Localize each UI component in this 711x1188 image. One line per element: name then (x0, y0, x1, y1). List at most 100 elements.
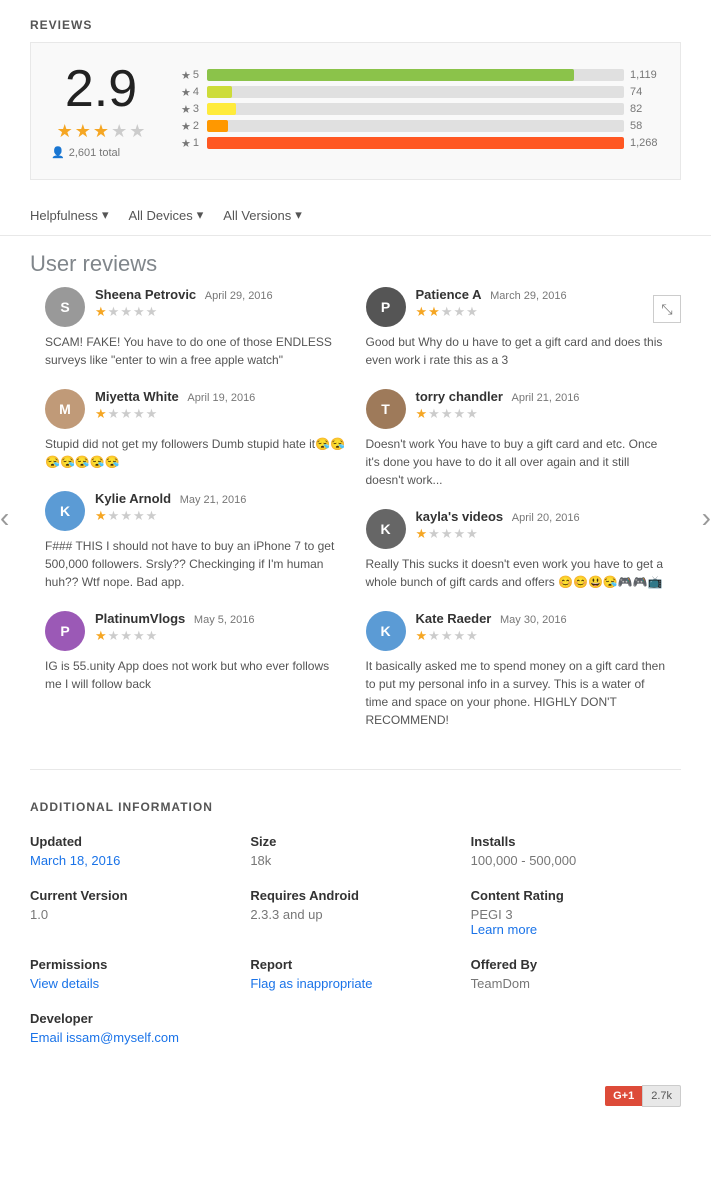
bar-count-1: 1,268 (630, 137, 660, 149)
info-item-offered-by: Offered By TeamDom (471, 957, 681, 991)
star: ★ (146, 628, 158, 644)
reviews-left-column: S Sheena Petrovic April 29, 2016 ★★★★★ S… (35, 287, 356, 749)
review-header-platinum: P PlatinumVlogs May 5, 2016 ★★★★★ (45, 611, 346, 651)
reviews-columns: S Sheena Petrovic April 29, 2016 ★★★★★ S… (35, 287, 676, 749)
review-text-kylie: F### THIS I should not have to buy an iP… (45, 537, 346, 591)
info-item-current-version: Current Version 1.0 (30, 888, 240, 937)
info-sub-value[interactable]: Learn more (471, 922, 681, 937)
reviewer-date-patience: March 29, 2016 (490, 290, 566, 302)
bar-row-5: ★ 5 1,119 (181, 69, 660, 82)
bar-fill-3 (207, 103, 236, 115)
review-text-kayla: Really This sucks it doesn't even work y… (366, 555, 667, 591)
star: ★ (441, 406, 453, 422)
filter-versions[interactable]: All Versions ▾ (223, 207, 301, 223)
star: ★ (133, 304, 145, 320)
review-header-torry: T torry chandler April 21, 2016 ★★★★★ (366, 389, 667, 429)
bar-track-1 (207, 137, 624, 149)
info-value[interactable]: Email issam@myself.com (30, 1030, 240, 1045)
reviewer-info-torry: torry chandler April 21, 2016 ★★★★★ (416, 389, 667, 422)
filter-helpfulness[interactable]: Helpfulness ▾ (30, 207, 108, 223)
user-reviews-header: User reviews (0, 236, 711, 287)
nav-prev-button[interactable]: ‹ (0, 502, 9, 534)
rating-summary: 2.9 ★ ★ ★ ★ ★ 👤 2,601 total ★ 5 1,119 ★ … (30, 42, 681, 180)
reviewer-avatar-kate: K (366, 611, 406, 651)
review-text-torry: Doesn't work You have to buy a gift card… (366, 435, 667, 489)
bar-fill-5 (207, 69, 574, 81)
info-value: 18k (250, 853, 460, 868)
star: ★ (453, 406, 465, 422)
star: ★ (416, 304, 428, 320)
info-label: Requires Android (250, 888, 460, 903)
info-item-size: Size 18k (250, 834, 460, 868)
info-label: Installs (471, 834, 681, 849)
gplus-count: 2.7k (642, 1085, 681, 1107)
review-torry: T torry chandler April 21, 2016 ★★★★★ Do… (366, 389, 667, 489)
reviewer-date-sheena: April 29, 2016 (205, 290, 273, 302)
review-text-sheena: SCAM! FAKE! You have to do one of those … (45, 333, 346, 369)
person-icon: 👤 (51, 146, 65, 159)
review-text-platinum: IG is 55.unity App does not work but who… (45, 657, 346, 693)
review-platinum: P PlatinumVlogs May 5, 2016 ★★★★★ IG is … (45, 611, 346, 693)
review-kylie: K Kylie Arnold May 21, 2016 ★★★★★ F### T… (45, 491, 346, 591)
reviewer-date-torry: April 21, 2016 (512, 392, 580, 404)
reviewer-avatar-kylie: K (45, 491, 85, 531)
bar-track-5 (207, 69, 624, 81)
bar-row-3: ★ 3 82 (181, 103, 660, 116)
info-value[interactable]: Flag as inappropriate (250, 976, 460, 991)
info-label: Offered By (471, 957, 681, 972)
star: ★ (95, 628, 107, 644)
star: ★ (120, 304, 132, 320)
info-label: Content Rating (471, 888, 681, 903)
reviewer-avatar-kayla: K (366, 509, 406, 549)
big-number: 2.9 (51, 63, 151, 115)
page-title: REVIEWS (0, 0, 711, 42)
info-item-requires-android: Requires Android 2.3.3 and up (250, 888, 460, 937)
reviewer-info-kayla: kayla's videos April 20, 2016 ★★★★★ (416, 509, 667, 542)
filter-devices[interactable]: All Devices ▾ (128, 207, 203, 223)
star: ★ (466, 628, 478, 644)
info-item-updated: Updated March 18, 2016 (30, 834, 240, 868)
reviewer-name-kylie: Kylie Arnold (95, 491, 171, 506)
review-header-miyetta: M Miyetta White April 19, 2016 ★★★★★ (45, 389, 346, 429)
info-value: 100,000 - 500,000 (471, 853, 681, 868)
gplus-container: G+1 2.7k (0, 1075, 711, 1127)
reviewer-date-kate: May 30, 2016 (500, 614, 567, 626)
bar-row-4: ★ 4 74 (181, 86, 660, 99)
star-2: ★ (75, 121, 91, 142)
info-item-permissions: Permissions View details (30, 957, 240, 991)
bar-count-3: 82 (630, 103, 660, 115)
reviewer-info-patience: Patience A March 29, 2016 ★★★★★ (416, 287, 667, 320)
info-item-report: Report Flag as inappropriate (250, 957, 460, 991)
review-stars-sheena: ★★★★★ (95, 304, 346, 320)
gplus-badge: G+1 (605, 1086, 642, 1106)
gplus-button[interactable]: G+1 2.7k (605, 1085, 681, 1107)
star-1: ★ (57, 121, 73, 142)
nav-next-button[interactable]: › (702, 502, 711, 534)
expand-button[interactable]: ⤡ (653, 295, 681, 323)
info-label: Size (250, 834, 460, 849)
star: ★ (416, 628, 428, 644)
reviewer-info-kate: Kate Raeder May 30, 2016 ★★★★★ (416, 611, 667, 644)
info-value: TeamDom (471, 976, 681, 991)
review-patience: P Patience A March 29, 2016 ★★★★★ Good b… (366, 287, 667, 369)
star: ★ (146, 508, 158, 524)
additional-info-section: ADDITIONAL INFORMATION Updated March 18,… (0, 790, 711, 1075)
review-sheena: S Sheena Petrovic April 29, 2016 ★★★★★ S… (45, 287, 346, 369)
reviewer-avatar-miyetta: M (45, 389, 85, 429)
reviewer-date-platinum: May 5, 2016 (194, 614, 255, 626)
reviewer-info-platinum: PlatinumVlogs May 5, 2016 ★★★★★ (95, 611, 346, 644)
star: ★ (416, 526, 428, 542)
bar-count-2: 58 (630, 120, 660, 132)
bar-label-3: ★ 3 (181, 103, 201, 116)
info-value[interactable]: March 18, 2016 (30, 853, 240, 868)
star: ★ (441, 628, 453, 644)
info-value[interactable]: View details (30, 976, 240, 991)
reviewer-date-kylie: May 21, 2016 (180, 494, 247, 506)
star: ★ (133, 628, 145, 644)
info-label: Updated (30, 834, 240, 849)
divider (30, 769, 681, 770)
star: ★ (120, 406, 132, 422)
chevron-down-icon: ▾ (102, 207, 109, 223)
star: ★ (416, 406, 428, 422)
star: ★ (466, 406, 478, 422)
